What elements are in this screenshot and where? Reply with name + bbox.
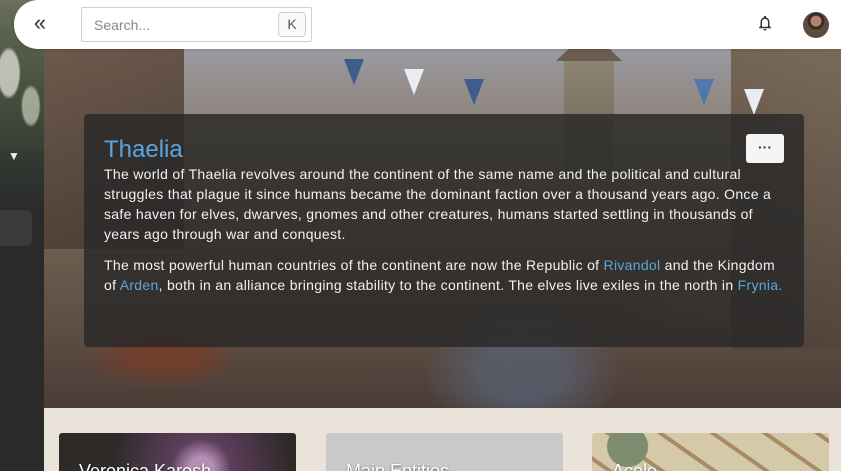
sidebar: ▼ [0,0,44,471]
hero-flag [404,69,424,95]
caret-down-icon[interactable]: ▼ [6,148,22,164]
hero-flag [344,59,364,85]
more-options-button[interactable]: ··· [746,134,784,163]
tile-card[interactable]: Acole [592,433,829,471]
bell-icon[interactable] [756,13,774,33]
tile-card[interactable]: Veronica Karosh [59,433,296,471]
hero-flag [464,79,484,105]
double-chevron-left-icon[interactable]: « [28,12,52,36]
link-rivandol[interactable]: Rivandol [604,257,661,273]
hero-flag [744,89,764,115]
entity-description-paragraph: The world of Thaelia revolves around the… [104,166,772,242]
topbar: « K [14,0,841,49]
tile-label: Main Entities [346,461,450,471]
entity-description-paragraph: The most powerful human countries of the… [104,255,784,295]
tile-label: Veronica Karosh [79,461,212,471]
text-span: , both in an alliance bringing stability… [158,277,738,293]
user-avatar[interactable] [803,12,829,38]
entity-card: Thaelia ··· The world of Thaelia revolve… [84,114,804,347]
search-input[interactable] [82,8,272,41]
search-field[interactable]: K [81,7,312,42]
sidebar-item-active[interactable] [0,210,32,246]
link-frynia[interactable]: Frynia. [738,277,783,293]
entity-tiles: Veronica Karosh Main Entities Acole [44,408,841,471]
link-arden[interactable]: Arden [120,277,159,293]
hero-flag [694,79,714,105]
tile-label: Acole [612,461,658,471]
sidebar-background-image [0,40,44,150]
text-span: The most powerful human countries of the… [104,257,604,273]
entity-title: Thaelia [104,136,183,163]
tile-card[interactable]: Main Entities [326,433,563,471]
search-shortcut-hint: K [278,12,306,37]
